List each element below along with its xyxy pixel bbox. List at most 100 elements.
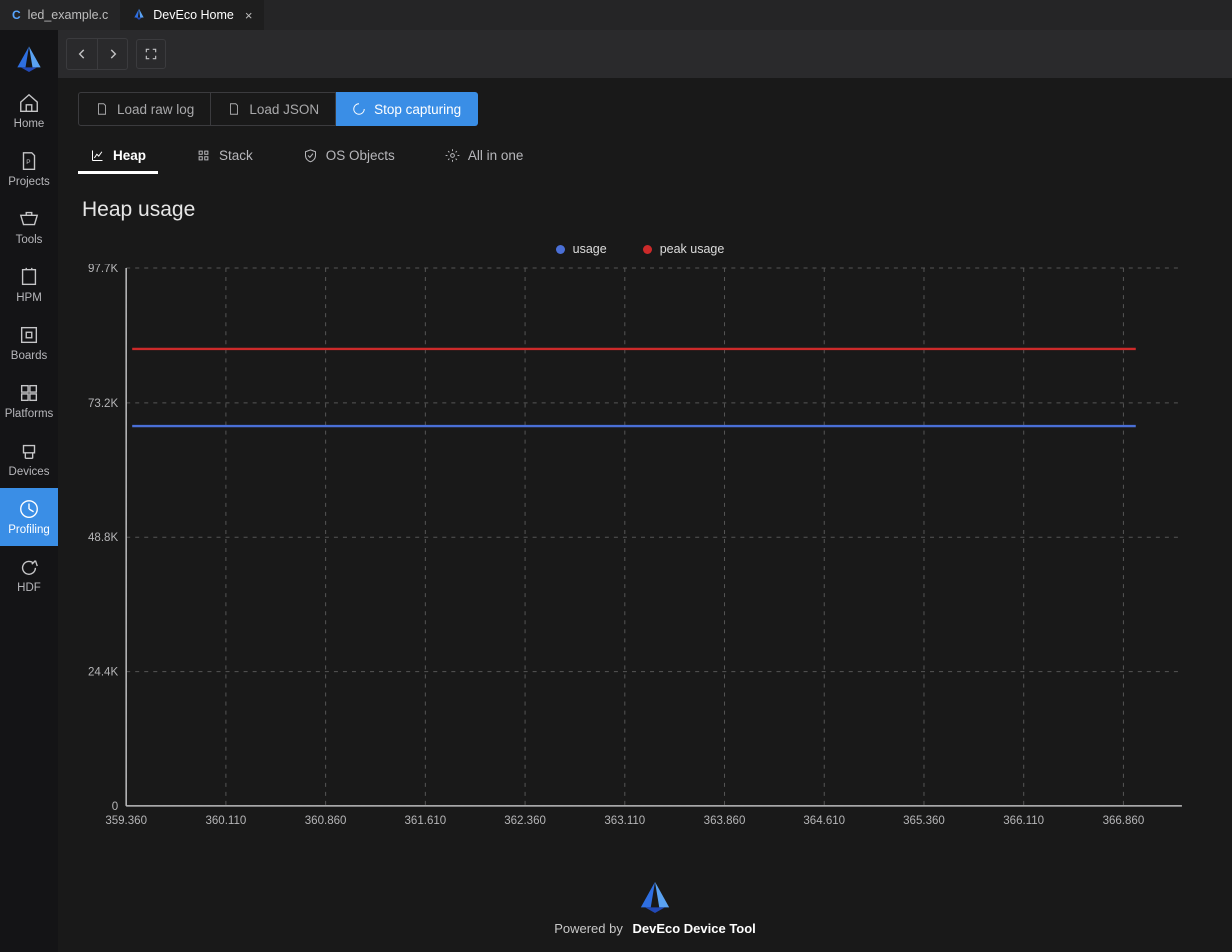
stop-capturing-button[interactable]: Stop capturing — [336, 92, 478, 126]
sidebar-item-label: Home — [14, 118, 45, 130]
chevron-right-icon — [106, 47, 120, 61]
sidebar-item-platforms[interactable]: Platforms — [0, 372, 58, 430]
main: Load raw log Load JSON Stop capturing He — [58, 30, 1232, 952]
chart-icon — [90, 148, 105, 163]
svg-text:363.860: 363.860 — [704, 815, 746, 827]
gear-icon — [445, 148, 460, 163]
spinner-icon — [352, 102, 366, 116]
platforms-icon — [18, 382, 40, 404]
tab-label: All in one — [468, 148, 524, 163]
sidebar-item-tools[interactable]: Tools — [0, 198, 58, 256]
sidebar-item-label: Profiling — [8, 524, 50, 536]
svg-text:362.360: 362.360 — [504, 815, 546, 827]
svg-text:48.8K: 48.8K — [88, 532, 118, 544]
tab-label: OS Objects — [326, 148, 395, 163]
svg-text:366.860: 366.860 — [1103, 815, 1145, 827]
home-icon — [18, 92, 40, 114]
c-file-icon: C — [12, 8, 21, 22]
sidebar-item-label: Projects — [8, 176, 50, 188]
editor-tab-label: led_example.c — [28, 8, 109, 22]
back-button[interactable] — [67, 39, 97, 69]
forward-button[interactable] — [97, 39, 127, 69]
svg-text:P: P — [26, 159, 30, 166]
chevron-left-icon — [75, 47, 89, 61]
hdf-icon — [18, 556, 40, 578]
sidebar-item-devices[interactable]: Devices — [0, 430, 58, 488]
sidebar-item-label: HDF — [17, 582, 41, 594]
content: Load raw log Load JSON Stop capturing He — [58, 78, 1232, 952]
sidebar-item-label: HPM — [16, 292, 42, 304]
sidebar-item-hdf[interactable]: HDF — [0, 546, 58, 604]
sidebar-item-label: Devices — [9, 466, 50, 478]
hpm-icon — [18, 266, 40, 288]
page-toolbar — [58, 30, 1232, 78]
editor-tab-led-example[interactable]: C led_example.c — [0, 0, 120, 30]
legend-dot-peak — [643, 245, 652, 254]
tab-os-objects[interactable]: OS Objects — [291, 138, 407, 173]
legend-peak[interactable]: peak usage — [643, 242, 725, 256]
projects-icon: P — [18, 150, 40, 172]
profiling-tabs: Heap Stack OS Objects All in one — [78, 138, 1232, 174]
svg-text:360.110: 360.110 — [205, 815, 246, 827]
sidebar-item-profiling[interactable]: Profiling — [0, 488, 58, 546]
sidebar-item-label: Boards — [11, 350, 47, 362]
svg-text:361.610: 361.610 — [405, 815, 447, 827]
tab-stack[interactable]: Stack — [184, 138, 265, 173]
footer: Powered by DevEco Device Tool — [78, 862, 1232, 952]
boards-icon — [18, 324, 40, 346]
tab-label: Heap — [113, 148, 146, 163]
button-label: Load raw log — [117, 102, 194, 117]
tab-all-in-one[interactable]: All in one — [433, 138, 536, 173]
load-json-button[interactable]: Load JSON — [211, 92, 336, 126]
section-title: Heap usage — [82, 198, 1232, 222]
footer-product: DevEco Device Tool — [632, 921, 755, 936]
close-icon[interactable]: × — [245, 8, 253, 23]
file-icon — [95, 102, 109, 116]
nav-button-group — [66, 38, 128, 70]
svg-text:0: 0 — [112, 801, 118, 813]
shield-icon — [303, 148, 318, 163]
svg-text:24.4K: 24.4K — [88, 667, 118, 679]
svg-text:366.110: 366.110 — [1003, 815, 1044, 827]
brand-logo — [15, 44, 43, 72]
tab-heap[interactable]: Heap — [78, 138, 158, 173]
sidebar: Home P Projects Tools HPM Boards Platfor… — [0, 30, 58, 952]
deveco-icon — [132, 7, 146, 24]
sidebar-item-projects[interactable]: P Projects — [0, 140, 58, 198]
profiling-icon — [18, 498, 40, 520]
action-row: Load raw log Load JSON Stop capturing — [78, 92, 1232, 126]
file-json-icon — [227, 102, 241, 116]
legend-dot-usage — [556, 245, 565, 254]
sidebar-item-boards[interactable]: Boards — [0, 314, 58, 372]
editor-tabstrip: C led_example.c DevEco Home × — [0, 0, 1232, 30]
stack-icon — [196, 148, 211, 163]
legend-label: usage — [573, 242, 607, 256]
svg-text:365.360: 365.360 — [903, 815, 945, 827]
sidebar-item-hpm[interactable]: HPM — [0, 256, 58, 314]
footer-powered-by: Powered by — [554, 921, 623, 936]
svg-text:359.360: 359.360 — [105, 815, 147, 827]
sidebar-item-label: Tools — [16, 234, 43, 246]
svg-text:364.610: 364.610 — [803, 815, 845, 827]
sidebar-item-home[interactable]: Home — [0, 82, 58, 140]
load-raw-log-button[interactable]: Load raw log — [78, 92, 211, 126]
expand-icon — [144, 47, 158, 61]
legend-usage[interactable]: usage — [556, 242, 607, 256]
editor-tab-deveco-home[interactable]: DevEco Home × — [120, 0, 264, 30]
tab-label: Stack — [219, 148, 253, 163]
tools-icon — [18, 208, 40, 230]
footer-text: Powered by DevEco Device Tool — [554, 921, 756, 936]
footer-logo — [638, 879, 672, 913]
button-label: Stop capturing — [374, 102, 461, 117]
svg-text:73.2K: 73.2K — [88, 398, 118, 410]
sidebar-item-label: Platforms — [5, 408, 54, 420]
svg-text:363.110: 363.110 — [604, 815, 645, 827]
chart-legend: usage peak usage — [78, 242, 1202, 256]
devices-icon — [18, 440, 40, 462]
svg-text:97.7K: 97.7K — [88, 264, 118, 275]
heap-chart: 0 24.4K 48.8K 73.2K 97.7K 359.360 360.110 360.8… — [78, 264, 1202, 836]
fullscreen-button[interactable] — [136, 39, 166, 69]
svg-text:360.860: 360.860 — [305, 815, 347, 827]
editor-tab-label: DevEco Home — [153, 8, 234, 22]
button-label: Load JSON — [249, 102, 319, 117]
